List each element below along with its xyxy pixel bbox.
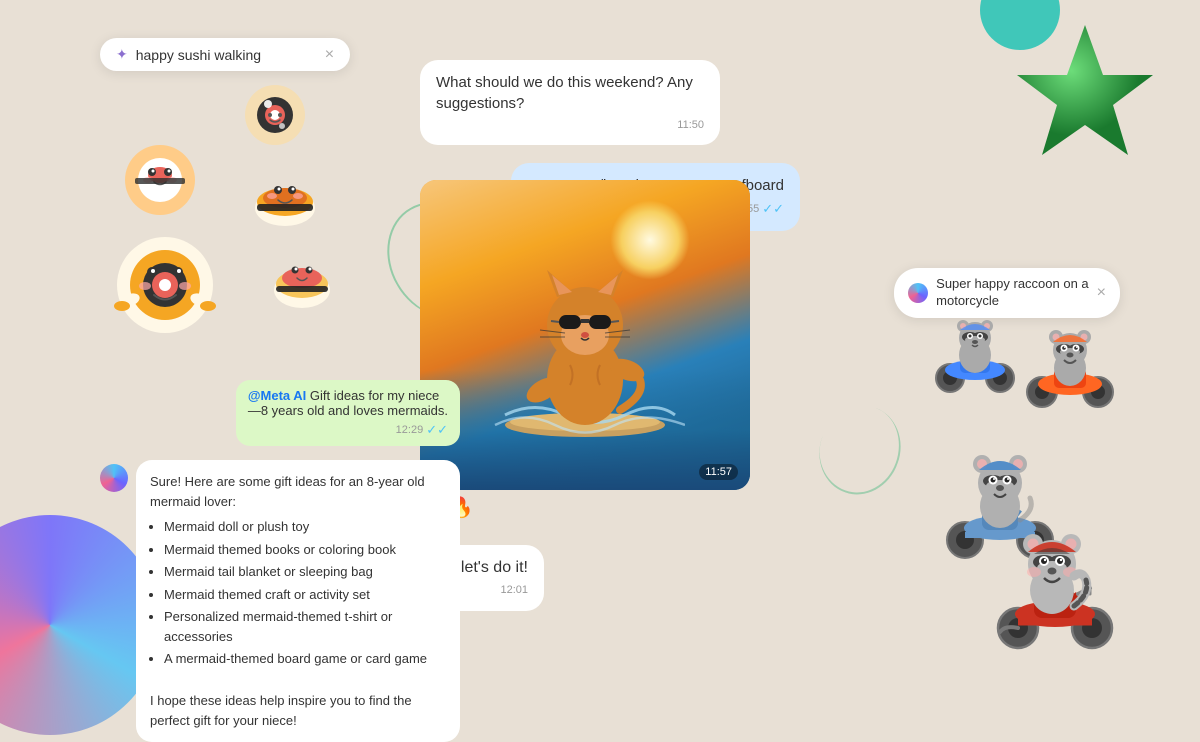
ai-list-item: Mermaid themed books or coloring book — [164, 540, 446, 560]
green-star-decoration — [1015, 20, 1155, 175]
read-receipt: ✓✓ — [762, 200, 784, 218]
received-message-1: What should we do this weekend? Any sugg… — [420, 60, 720, 145]
sushi-sticker-3 — [240, 150, 330, 240]
sushi-stickers-area — [100, 70, 350, 350]
ai-response-bubble: Sure! Here are some gift ideas for an 8-… — [136, 460, 460, 742]
sparkle-icon: ✦ — [116, 46, 128, 63]
ai-list-item: Personalized mermaid-themed t-shirt or a… — [164, 607, 446, 646]
ai-response-intro: Sure! Here are some gift ideas for an 8-… — [150, 474, 425, 509]
ai-mention-message: @Meta AI Gift ideas for my niece—8 years… — [236, 380, 460, 446]
cat-illustration — [420, 180, 750, 490]
cat-surfboard-image: 11:57 — [420, 180, 750, 490]
ai-list-item: Mermaid themed craft or activity set — [164, 585, 446, 605]
ai-avatar — [100, 464, 128, 492]
raccoon-stickers-area — [910, 310, 1140, 650]
meta-ai-small-icon — [908, 283, 928, 303]
sushi-search-bar[interactable]: ✦ happy sushi walking × — [100, 38, 350, 71]
image-message-container: 11:57 ❤️ 🔥 — [420, 180, 750, 490]
raccoon-sticker-2 — [1020, 320, 1120, 420]
ai-response-list: Mermaid doll or plush toy Mermaid themed… — [164, 517, 446, 669]
ai-list-item: Mermaid doll or plush toy — [164, 517, 446, 537]
ai-response-outro: I hope these ideas help inspire you to f… — [150, 693, 412, 728]
sushi-sticker-5 — [265, 240, 340, 315]
raccoon-search-text: Super happy raccoon on a motorcycle — [936, 276, 1089, 310]
search-input[interactable]: happy sushi walking — [136, 47, 317, 63]
ai-list-item: Mermaid tail blanket or sleeping bag — [164, 562, 446, 582]
lol-time: 12:01 — [500, 583, 528, 598]
curve-decoration-right — [807, 394, 913, 506]
image-timestamp: 11:57 — [699, 464, 738, 480]
ai-response-row: Sure! Here are some gift ideas for an 8-… — [100, 460, 460, 742]
ai-chat-area: @Meta AI Gift ideas for my niece—8 years… — [100, 380, 460, 742]
sushi-sticker-4 — [110, 230, 220, 340]
message-time-1: 11:50 — [677, 118, 704, 133]
raccoon-sticker-1 — [930, 310, 1020, 400]
sushi-sticker-1 — [240, 80, 310, 150]
ai-list-item: A mermaid-themed board game or card game — [164, 649, 446, 669]
raccoon-close-icon[interactable]: × — [1097, 284, 1106, 302]
close-icon[interactable]: × — [325, 47, 334, 63]
raccoon-sticker-4 — [990, 520, 1120, 660]
mention-time: 12:29 — [396, 424, 424, 436]
sushi-sticker-2 — [120, 140, 200, 220]
message-text-1: What should we do this weekend? Any sugg… — [436, 74, 693, 112]
